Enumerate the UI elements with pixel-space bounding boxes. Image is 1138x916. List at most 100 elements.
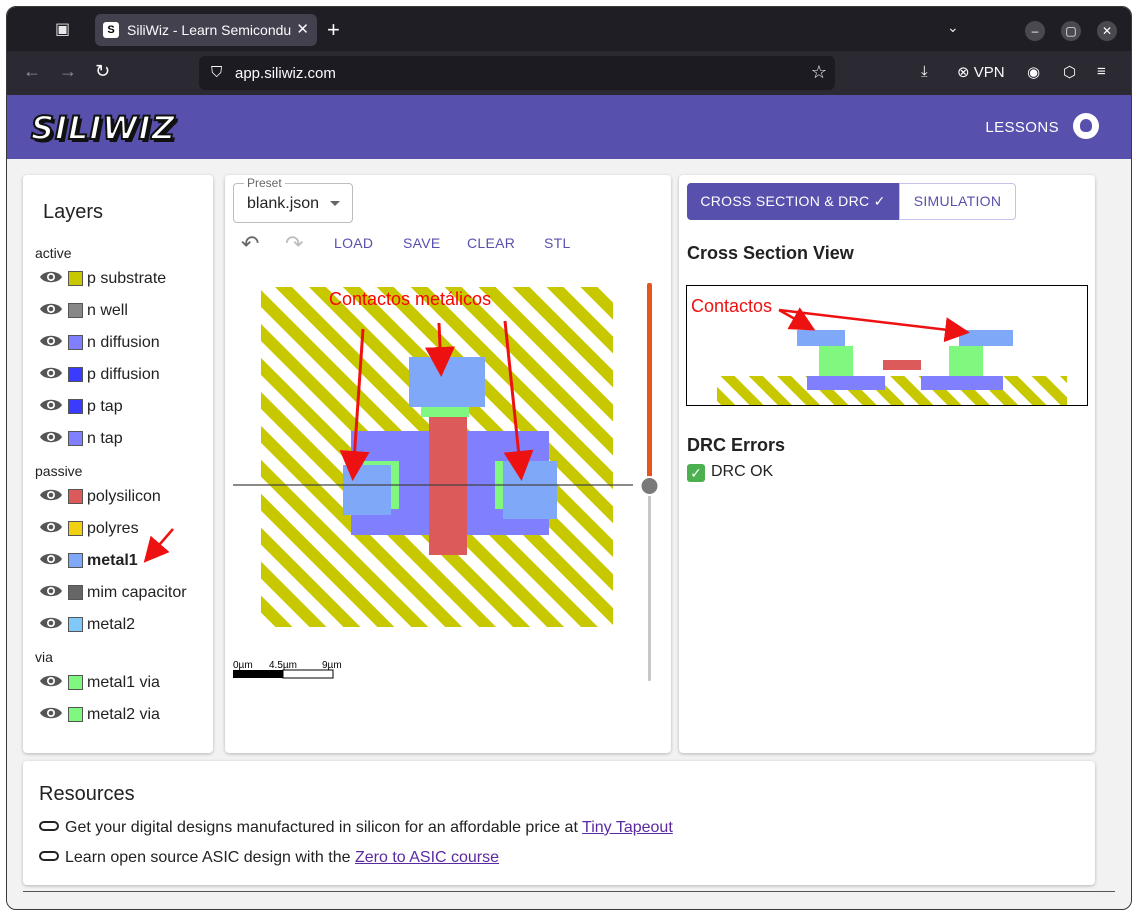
new-tab-button[interactable]: + [327, 17, 340, 43]
eye-icon[interactable] [39, 552, 63, 566]
layer-label[interactable]: metal2 via [87, 706, 160, 724]
close-window-button[interactable]: ✕ [1097, 21, 1117, 41]
lessons-link[interactable]: LESSONS [985, 119, 1059, 136]
clear-button[interactable]: CLEAR [467, 235, 515, 251]
slider-thumb[interactable] [639, 476, 660, 496]
url-text[interactable]: app.siliwiz.com [235, 65, 336, 82]
layer-item[interactable]: n well [39, 299, 209, 323]
save-button[interactable]: SAVE [403, 235, 441, 251]
eye-icon[interactable] [39, 706, 63, 720]
tiny-tapeout-link[interactable]: Tiny Tapeout [582, 819, 673, 836]
minimize-button[interactable]: – [1025, 21, 1045, 41]
layer-label[interactable]: n well [87, 302, 128, 320]
vpn-button[interactable]: ⊗ VPN [957, 63, 1005, 81]
layout-canvas[interactable]: 0µm 4.5µm 9µm [225, 271, 671, 687]
tab-title: SiliWiz - Learn Semicondu [127, 22, 291, 38]
eye-icon[interactable] [39, 616, 63, 630]
eye-icon[interactable] [39, 430, 63, 444]
tab-simulation[interactable]: SIMULATION [899, 183, 1016, 220]
layer-item[interactable]: metal1 via [39, 671, 209, 695]
layer-label[interactable]: polyres [87, 520, 139, 538]
list-all-tabs-icon[interactable]: ⌄ [947, 19, 959, 36]
layer-item[interactable]: mim capacitor [39, 581, 209, 605]
xsec-diffusion-left [807, 376, 885, 390]
eye-icon[interactable] [39, 488, 63, 502]
layer-item[interactable]: metal2 [39, 613, 209, 637]
eye-icon[interactable] [39, 398, 63, 412]
metal1-contact-left[interactable] [343, 465, 391, 515]
cross-section-view: Contactos [686, 285, 1088, 406]
layer-label[interactable]: mim capacitor [87, 584, 187, 602]
eye-icon[interactable] [39, 584, 63, 598]
stl-button[interactable]: STL [544, 235, 571, 251]
cross-section-panel: CROSS SECTION & DRC ✓ SIMULATION Cross S… [679, 175, 1095, 753]
tab-cross-section-drc[interactable]: CROSS SECTION & DRC ✓ [687, 183, 899, 220]
layer-item[interactable]: metal2 via [39, 703, 209, 727]
layer-color-swatch [68, 617, 83, 632]
layers-panel: Layers active p substrate n well n diffusio… [23, 175, 213, 753]
eye-icon[interactable] [39, 520, 63, 534]
siliwiz-logo[interactable]: SILIWIZ [30, 108, 176, 148]
github-icon[interactable] [1073, 113, 1099, 139]
preset-value[interactable]: blank.json [247, 195, 319, 213]
layer-color-swatch [68, 271, 83, 286]
close-tab-icon[interactable]: ✕ [296, 20, 309, 38]
eye-icon[interactable] [39, 302, 63, 316]
forward-button[interactable]: → [59, 61, 77, 82]
eye-icon[interactable] [39, 334, 63, 348]
preset-select[interactable]: Preset blank.json [233, 176, 353, 223]
layer-item[interactable]: n diffusion [39, 331, 209, 355]
check-mark-icon: ✓ [687, 464, 705, 482]
layer-item[interactable]: polysilicon [39, 485, 209, 509]
layer-label[interactable]: n diffusion [87, 334, 160, 352]
resources-panel: Resources Get your digital designs manuf… [23, 761, 1095, 885]
layer-item[interactable]: n tap [39, 427, 209, 451]
metal1-contact-top[interactable] [409, 357, 485, 407]
layer-item[interactable]: p diffusion [39, 363, 209, 387]
extensions-icon[interactable]: ⬡ [1063, 63, 1076, 81]
layer-label[interactable]: metal2 [87, 616, 135, 634]
xsec-substrate [717, 376, 1067, 406]
layer-label[interactable]: metal1 via [87, 674, 160, 692]
reload-button[interactable]: ↻ [95, 61, 110, 82]
resource-text-2: Learn open source ASIC design with the [65, 849, 355, 866]
tab-overview-icon[interactable]: ▣ [55, 19, 77, 39]
browser-tab[interactable]: S SiliWiz - Learn Semicondu ✕ [95, 14, 317, 46]
downloads-icon[interactable]: ⤓ [921, 63, 928, 80]
xsec-via-left [819, 346, 853, 376]
chevron-down-icon[interactable] [330, 201, 340, 206]
eye-icon[interactable] [39, 366, 63, 380]
layer-label[interactable]: metal1 [87, 552, 138, 570]
slider-track[interactable] [648, 483, 651, 681]
load-button[interactable]: LOAD [334, 235, 373, 251]
layer-label[interactable]: polysilicon [87, 488, 161, 506]
layer-color-swatch [68, 489, 83, 504]
bookmark-star-icon[interactable]: ☆ [811, 62, 827, 83]
eye-icon[interactable] [39, 674, 63, 688]
eye-icon[interactable] [39, 270, 63, 284]
layer-label[interactable]: p tap [87, 398, 123, 416]
undo-icon[interactable]: ↶ [241, 231, 259, 257]
slider-track-active[interactable] [647, 283, 652, 483]
redo-icon[interactable]: ↷ [285, 231, 303, 257]
drc-status-text: DRC OK [711, 463, 774, 480]
back-button[interactable]: ← [23, 61, 41, 82]
annotation-contactos-metalicos: Contactos metálicos [329, 289, 492, 309]
layer-label[interactable]: p diffusion [87, 366, 160, 384]
maximize-button[interactable]: ▢ [1061, 21, 1081, 41]
layer-item[interactable]: p substrate [39, 267, 209, 291]
layer-color-swatch [68, 367, 83, 382]
address-bar[interactable]: ⛉ app.siliwiz.com ☆ [199, 56, 835, 90]
layer-label[interactable]: n tap [87, 430, 123, 448]
layer-label[interactable]: p substrate [87, 270, 166, 288]
layer-item[interactable]: p tap [39, 395, 209, 419]
zero-to-asic-link[interactable]: Zero to ASIC course [355, 849, 499, 866]
shield-icon[interactable]: ⛉ [211, 64, 222, 81]
polysilicon-gate[interactable] [429, 417, 467, 555]
account-icon[interactable]: ◉ [1027, 63, 1040, 81]
layer-color-swatch [68, 585, 83, 600]
layer-color-swatch [68, 431, 83, 446]
preset-label: Preset [244, 176, 285, 190]
metal1-contact-right[interactable] [503, 461, 557, 519]
menu-icon[interactable]: ≡ [1097, 63, 1106, 80]
